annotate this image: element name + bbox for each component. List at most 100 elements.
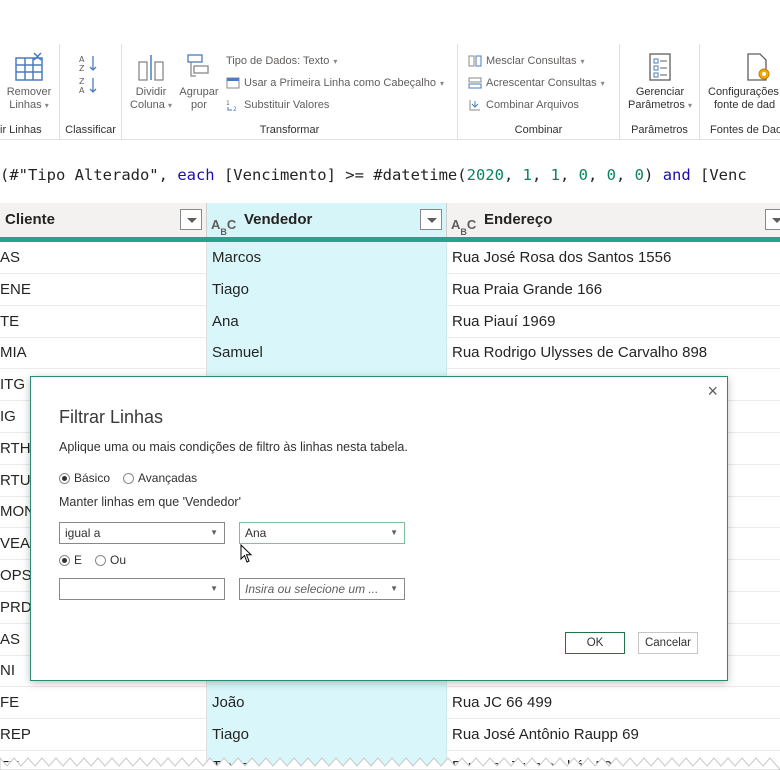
cell-cliente[interactable]: TE <box>0 305 207 338</box>
manage-parameters-icon <box>649 53 671 81</box>
formula-text: [Vencimento] >= #datetime( <box>214 166 467 184</box>
formula-keyword: and <box>662 166 691 184</box>
group-label-transform: Transformar <box>259 124 320 136</box>
use-first-row-as-header-button[interactable]: Usar a Primeira Linha como Cabeçalho ▾ <box>226 77 444 89</box>
value-dropdown-2[interactable]: Insira ou selecione um ... ▼ <box>239 578 405 600</box>
svg-text:2: 2 <box>233 106 237 111</box>
cell-endereco[interactable]: Rua Praia Grande 166 <box>447 274 780 306</box>
cell-endereco[interactable]: Rua Piauí 1969 <box>447 306 780 338</box>
remove-rows-button[interactable]: Remover Linhas ▾ <box>4 52 54 112</box>
replace-values-icon: 1 2 <box>226 100 237 111</box>
combine-files-label: Combinar Arquivos <box>486 99 579 111</box>
cell-cliente[interactable]: REP <box>0 719 207 751</box>
cell-cliente[interactable]: FE <box>0 687 207 720</box>
combine-files-button[interactable]: Combinar Arquivos <box>468 99 579 111</box>
cell-endereco[interactable]: Rua José Antônio Raupp 69 <box>447 719 780 751</box>
column-header-endereco[interactable]: ABC Endereço <box>447 203 780 237</box>
cell-endereco[interactable]: Rua José Rosa dos Santos 1556 <box>447 242 780 274</box>
cell-cliente[interactable]: MIA <box>0 337 207 370</box>
operator-dropdown-2[interactable]: ▼ <box>59 578 225 600</box>
column-header-cliente[interactable]: Cliente <box>0 203 207 237</box>
power-query-editor: Remover Linhas ▾ ir Linhas A Z Z A Class… <box>0 0 780 770</box>
cell-vendedor[interactable]: Tiago <box>207 273 447 306</box>
remove-rows-label-1: Remover <box>6 86 52 98</box>
close-icon[interactable]: × <box>707 381 718 402</box>
filter-dropdown-button[interactable] <box>765 209 780 230</box>
split-column-label-1: Dividir <box>135 86 167 98</box>
formula-text: ) <box>644 166 663 184</box>
sort-ascending-button[interactable]: A Z <box>78 54 100 76</box>
formula-text: , <box>531 166 551 184</box>
chevron-down-icon: ▼ <box>390 584 398 593</box>
value-2-placeholder: Insira ou selecione um ... <box>245 582 379 596</box>
column-header-label: Cliente <box>5 211 56 228</box>
value-dropdown-1[interactable]: Ana ▼ <box>239 522 405 544</box>
formula-text: , <box>559 166 579 184</box>
torn-edge <box>0 757 780 770</box>
operator-dropdown-1[interactable]: igual a ▼ <box>59 522 225 544</box>
formula-number: 0 <box>606 166 616 184</box>
data-source-settings-button[interactable]: Configurações fonte de dad <box>708 52 780 112</box>
replace-values-button[interactable]: 1 2 Substituir Valores <box>226 99 329 111</box>
cell-endereco[interactable]: Rua Rodrigo Ulysses de Carvalho 898 <box>447 337 780 369</box>
formula-number: 0 <box>578 166 588 184</box>
column-header-vendedor[interactable]: ABC Vendedor <box>207 203 447 237</box>
cancel-button[interactable]: Cancelar <box>638 632 698 654</box>
chevron-down-icon: ▾ <box>600 78 605 88</box>
formula-text: (#"Tipo Alterado", <box>0 166 178 184</box>
group-label-combine: Combinar <box>514 124 563 136</box>
radio-basic-label: Básico <box>74 471 111 485</box>
ok-button[interactable]: OK <box>565 632 625 654</box>
merge-queries-icon <box>468 55 482 67</box>
sort-descending-button[interactable]: Z A <box>78 76 100 98</box>
data-source-settings-label-2: fonte de dad <box>714 99 776 111</box>
formula-text: , <box>587 166 607 184</box>
filter-dropdown-button[interactable] <box>180 209 202 230</box>
data-source-settings-label-1: Configurações <box>708 86 779 98</box>
formula-keyword: each <box>177 166 215 184</box>
cell-endereco[interactable]: Rua JC 66 499 <box>447 687 780 719</box>
mouse-cursor-icon <box>240 544 253 563</box>
cell-vendedor[interactable]: Tiago <box>207 719 447 751</box>
radio-advanced[interactable]: Avançadas <box>123 471 197 485</box>
append-queries-button[interactable]: Acrescentar Consultas ▾ <box>468 77 605 89</box>
group-sort: A Z Z A Classificar <box>60 44 122 140</box>
filter-dropdown-button[interactable] <box>420 209 442 230</box>
sort-ascending-icon: A Z <box>79 55 97 72</box>
cell-cliente[interactable]: AS <box>0 242 207 274</box>
cell-vendedor[interactable]: Marcos <box>207 242 447 274</box>
merge-queries-button[interactable]: Mesclar Consultas ▾ <box>468 55 585 67</box>
chevron-down-icon: ▾ <box>439 78 444 88</box>
group-parameters: Gerenciar Parâmetros ▾ Parâmetros <box>620 44 700 140</box>
group-by-button[interactable]: Agrupar por <box>176 52 222 112</box>
manage-parameters-label-2: Parâmetros ▾ <box>628 99 692 111</box>
cell-cliente[interactable]: ENE <box>0 273 207 306</box>
formula-bar[interactable]: (#"Tipo Alterado", each [Vencimento] >= … <box>0 161 780 189</box>
group-by-label-2: por <box>191 99 207 111</box>
operator-value-1: igual a <box>65 526 101 540</box>
radio-unselected-icon <box>95 554 106 566</box>
chevron-down-icon: ▼ <box>390 528 398 537</box>
split-column-label-2: Coluna ▾ <box>130 99 172 111</box>
header-row-icon <box>226 77 240 89</box>
table-row: AS Marcos Rua José Rosa dos Santos 1556 <box>0 242 780 274</box>
radio-and[interactable]: E <box>59 553 82 567</box>
group-combine: Mesclar Consultas ▾ Acrescentar Consulta… <box>458 44 620 140</box>
cell-vendedor[interactable]: Samuel <box>207 337 447 370</box>
filter-rows-dialog: × Filtrar Linhas Aplique uma ou mais con… <box>30 376 728 681</box>
svg-text:Z: Z <box>79 77 85 86</box>
svg-text:1: 1 <box>226 100 230 107</box>
manage-parameters-button[interactable]: Gerenciar Parâmetros ▾ <box>624 52 696 112</box>
cell-vendedor[interactable]: João <box>207 687 447 720</box>
radio-basic[interactable]: Básico <box>59 471 110 485</box>
radio-and-label: E <box>74 553 83 567</box>
split-column-button[interactable]: Dividir Coluna ▾ <box>128 52 174 112</box>
replace-values-label: Substituir Valores <box>244 99 330 111</box>
radio-or[interactable]: Ou <box>95 553 126 567</box>
group-reduce-rows: Remover Linhas ▾ ir Linhas <box>0 44 60 140</box>
radio-selected-icon <box>59 472 70 484</box>
merge-queries-label: Mesclar Consultas <box>486 55 577 67</box>
data-type-dropdown[interactable]: Tipo de Dados: Texto ▾ <box>226 55 337 67</box>
column-header-label: Vendedor <box>244 211 313 228</box>
cell-vendedor[interactable]: Ana <box>207 305 447 338</box>
